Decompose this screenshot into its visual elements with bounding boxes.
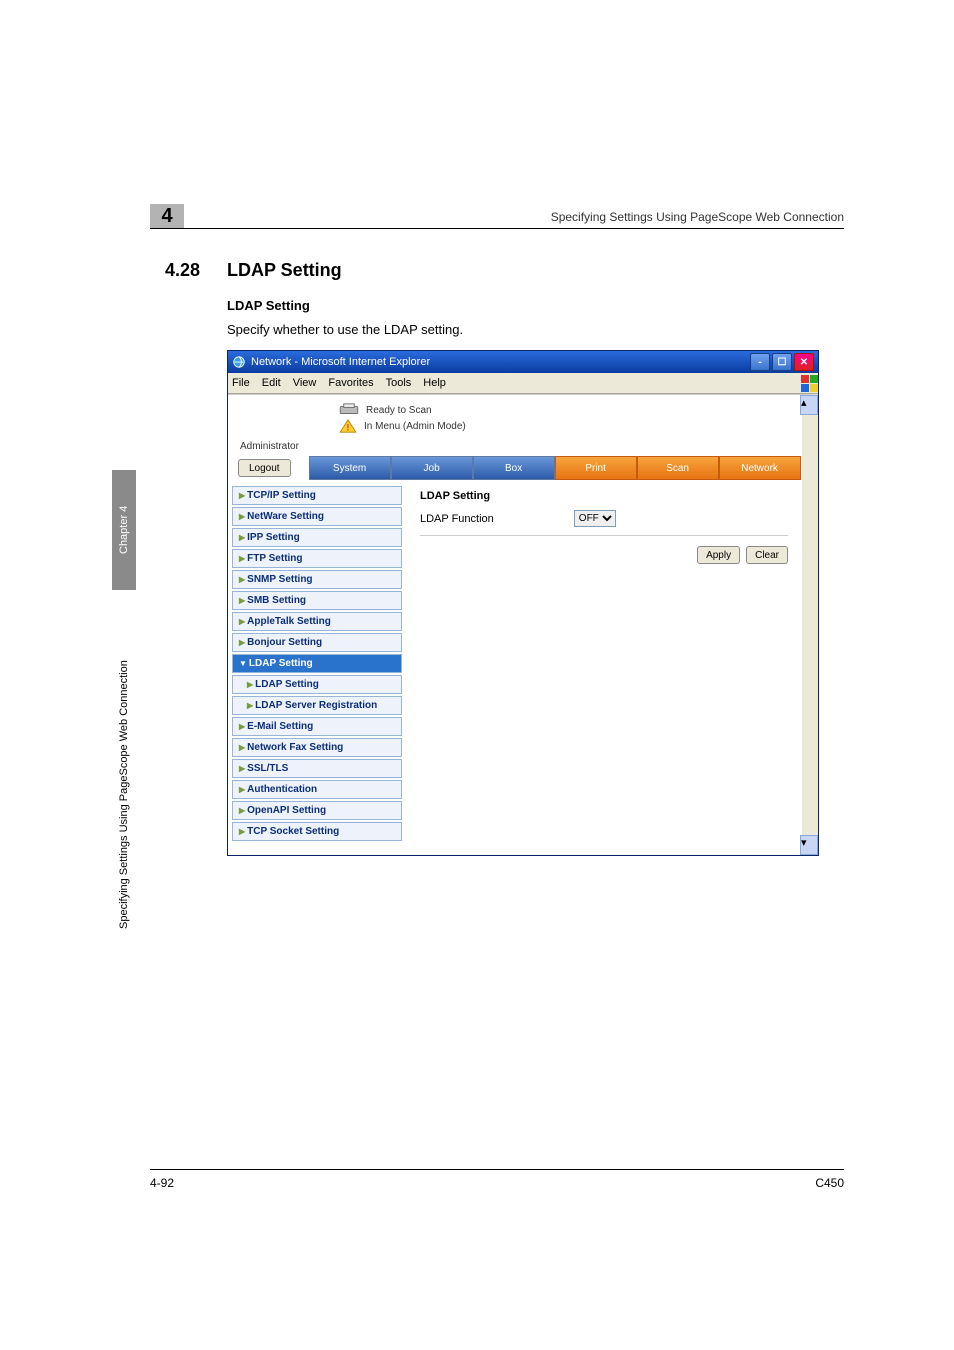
printer-icon	[338, 403, 360, 417]
sidebar: ▶TCP/IP Setting ▶NetWare Setting ▶IPP Se…	[228, 480, 406, 855]
sidebar-item-label: Authentication	[247, 784, 317, 795]
sidebar-item-label: AppleTalk Setting	[247, 616, 331, 627]
field-label-ldap-function: LDAP Function	[420, 513, 494, 525]
tab-scan[interactable]: Scan	[637, 456, 719, 480]
sidebar-item-label: NetWare Setting	[247, 511, 324, 522]
menu-favorites[interactable]: Favorites	[328, 377, 373, 389]
sidebar-item-ssltls[interactable]: ▶SSL/TLS	[232, 759, 402, 778]
section-number: 4.28	[165, 260, 227, 281]
sidebar-item-snmp[interactable]: ▶SNMP Setting	[232, 570, 402, 589]
admin-label: Administrator	[228, 441, 802, 456]
form-row-ldap-function: LDAP Function OFF	[420, 510, 788, 527]
sidebar-item-ldap[interactable]: ▼LDAP Setting	[232, 654, 402, 673]
status-text-1: Ready to Scan	[366, 405, 432, 416]
ldap-function-select[interactable]: OFF	[574, 510, 616, 527]
side-chapter-label: Chapter 4	[112, 470, 136, 590]
sidebar-item-label: TCP Socket Setting	[247, 826, 339, 837]
window-title: Network - Microsoft Internet Explorer	[251, 356, 750, 368]
tab-row: Logout System Job Box Print Scan Network	[228, 456, 802, 480]
sidebar-item-tcpip[interactable]: ▶TCP/IP Setting	[232, 486, 402, 505]
sidebar-item-label: SMB Setting	[247, 595, 306, 606]
scrollbar-up[interactable]: ▴	[800, 395, 818, 415]
tab-box[interactable]: Box	[473, 456, 555, 480]
menu-file[interactable]: File	[232, 377, 250, 389]
running-head: Specifying Settings Using PageScope Web …	[551, 210, 844, 228]
footer-page-number: 4-92	[150, 1176, 174, 1190]
browser-content: ▴ ▾ Ready to Scan ! In Menu (Admin Mode)…	[228, 394, 818, 855]
sidebar-item-ftp[interactable]: ▶FTP Setting	[232, 549, 402, 568]
sidebar-item-label: IPP Setting	[247, 532, 300, 543]
ie-window: Network - Microsoft Internet Explorer ‐ …	[227, 350, 819, 856]
side-running-text: Specifying Settings Using PageScope Web …	[112, 590, 136, 1000]
apply-button[interactable]: Apply	[697, 546, 740, 564]
close-button[interactable]: ✕	[794, 353, 814, 371]
svg-text:!: !	[347, 422, 350, 432]
sidebar-item-label: OpenAPI Setting	[247, 805, 326, 816]
clear-button[interactable]: Clear	[746, 546, 788, 564]
sidebar-item-ldap-setting[interactable]: ▶LDAP Setting	[232, 675, 402, 694]
sidebar-item-ipp[interactable]: ▶IPP Setting	[232, 528, 402, 547]
tab-print[interactable]: Print	[555, 456, 637, 480]
status-row-1: Ready to Scan	[228, 395, 802, 419]
sidebar-item-label: TCP/IP Setting	[247, 490, 316, 501]
tab-network[interactable]: Network	[719, 456, 801, 480]
menu-view[interactable]: View	[293, 377, 317, 389]
body-text: Specify whether to use the LDAP setting.	[227, 322, 463, 337]
status-row-2: ! In Menu (Admin Mode)	[228, 419, 802, 441]
windows-logo-icon	[800, 374, 818, 392]
logout-button[interactable]: Logout	[238, 459, 291, 477]
menu-edit[interactable]: Edit	[262, 377, 281, 389]
sidebar-item-networkfax[interactable]: ▶Network Fax Setting	[232, 738, 402, 757]
sidebar-item-email[interactable]: ▶E-Mail Setting	[232, 717, 402, 736]
sub-heading: LDAP Setting	[227, 298, 310, 313]
scrollbar-down[interactable]: ▾	[800, 835, 818, 855]
sidebar-item-label: Network Fax Setting	[247, 742, 343, 753]
sidebar-item-label: FTP Setting	[247, 553, 302, 564]
divider	[420, 535, 788, 536]
sidebar-item-appletalk[interactable]: ▶AppleTalk Setting	[232, 612, 402, 631]
sidebar-item-label: LDAP Setting	[255, 679, 319, 690]
sidebar-item-label: LDAP Setting	[249, 658, 313, 669]
sidebar-item-label: E-Mail Setting	[247, 721, 313, 732]
sidebar-item-label: Bonjour Setting	[247, 637, 322, 648]
warning-icon: !	[338, 419, 358, 433]
page-header: 4 Specifying Settings Using PageScope We…	[150, 200, 844, 229]
sidebar-item-bonjour[interactable]: ▶Bonjour Setting	[232, 633, 402, 652]
minimize-button[interactable]: ‐	[750, 353, 770, 371]
menu-bar: File Edit View Favorites Tools Help	[228, 373, 818, 394]
page-footer: 4-92 C450	[150, 1169, 844, 1190]
chapter-number: 4	[161, 205, 172, 228]
chapter-number-box: 4	[150, 204, 184, 228]
tab-job[interactable]: Job	[391, 456, 473, 480]
sidebar-item-label: LDAP Server Registration	[255, 700, 377, 711]
footer-model: C450	[815, 1176, 844, 1190]
sidebar-item-netware[interactable]: ▶NetWare Setting	[232, 507, 402, 526]
maximize-button[interactable]: ☐	[772, 353, 792, 371]
sidebar-item-auth[interactable]: ▶Authentication	[232, 780, 402, 799]
sidebar-item-label: SNMP Setting	[247, 574, 312, 585]
tab-system[interactable]: System	[309, 456, 391, 480]
sidebar-item-label: SSL/TLS	[247, 763, 288, 774]
sidebar-item-smb[interactable]: ▶SMB Setting	[232, 591, 402, 610]
ie-icon	[232, 355, 246, 369]
section-title: LDAP Setting	[227, 260, 342, 281]
status-text-2: In Menu (Admin Mode)	[364, 421, 466, 432]
menu-help[interactable]: Help	[423, 377, 446, 389]
sidebar-item-ldap-server-reg[interactable]: ▶LDAP Server Registration	[232, 696, 402, 715]
window-titlebar: Network - Microsoft Internet Explorer ‐ …	[228, 351, 818, 373]
main-panel: LDAP Setting LDAP Function OFF Apply Cle…	[406, 480, 802, 855]
sidebar-item-openapi[interactable]: ▶OpenAPI Setting	[232, 801, 402, 820]
section-heading: 4.28 LDAP Setting	[165, 260, 342, 281]
side-strip: Chapter 4 Specifying Settings Using Page…	[112, 470, 136, 1010]
panel-title: LDAP Setting	[420, 490, 788, 502]
menu-tools[interactable]: Tools	[386, 377, 412, 389]
sidebar-item-tcpsocket[interactable]: ▶TCP Socket Setting	[232, 822, 402, 841]
